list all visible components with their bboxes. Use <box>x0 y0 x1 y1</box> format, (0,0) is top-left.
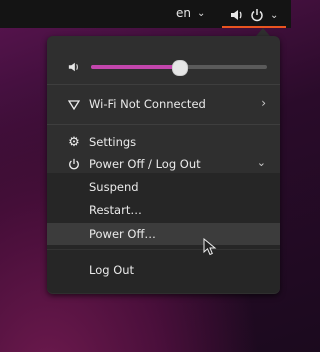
active-indicator <box>222 26 286 28</box>
power-menu-item[interactable]: Power Off / Log Out ⌄ <box>47 154 280 174</box>
speaker-icon <box>231 10 242 20</box>
chevron-down-icon: ⌄ <box>256 156 266 169</box>
power-label: Power Off / Log Out <box>89 157 201 171</box>
system-menu-popup: Wi-Fi Not Connected › ⚙ Settings Power O… <box>47 36 280 294</box>
wifi-menu-item[interactable]: Wi-Fi Not Connected › <box>47 94 280 114</box>
suspend-menu-item[interactable]: Suspend <box>47 176 280 198</box>
speaker-icon <box>67 60 81 74</box>
separator <box>47 84 280 85</box>
gear-icon: ⚙ <box>68 134 80 150</box>
popup-arrow <box>256 28 270 36</box>
separator <box>47 249 280 250</box>
suspend-label: Suspend <box>89 180 139 194</box>
wifi-icon <box>67 97 81 111</box>
wifi-label: Wi-Fi Not Connected <box>89 97 206 111</box>
chevron-right-icon: › <box>261 96 266 110</box>
log-out-label: Log Out <box>89 263 135 277</box>
settings-label: Settings <box>89 135 137 149</box>
power-off-menu-item[interactable]: Power Off… <box>47 223 280 245</box>
chevron-down-icon: ⌄ <box>270 9 279 21</box>
top-bar: en ⌄ ⌄ <box>0 0 291 28</box>
system-menu-button[interactable]: ⌄ <box>230 5 284 25</box>
volume-slider[interactable] <box>91 60 267 76</box>
chevron-down-icon: ⌄ <box>197 7 206 19</box>
power-icon <box>251 9 263 22</box>
settings-menu-item[interactable]: ⚙ Settings <box>47 132 280 152</box>
log-out-menu-item[interactable]: Log Out <box>47 259 280 281</box>
restart-menu-item[interactable]: Restart… <box>47 199 280 221</box>
power-submenu: Suspend Restart… Power Off… Log Out <box>47 173 280 293</box>
power-icon <box>67 157 81 171</box>
volume-slider-fill <box>91 65 179 69</box>
mouse-cursor-icon <box>203 238 217 256</box>
restart-label: Restart… <box>89 203 142 217</box>
separator <box>47 124 280 125</box>
volume-slider-handle[interactable] <box>172 60 188 76</box>
language-indicator[interactable]: en ⌄ <box>176 6 205 20</box>
language-label: en <box>176 6 191 20</box>
power-off-label: Power Off… <box>89 227 156 241</box>
